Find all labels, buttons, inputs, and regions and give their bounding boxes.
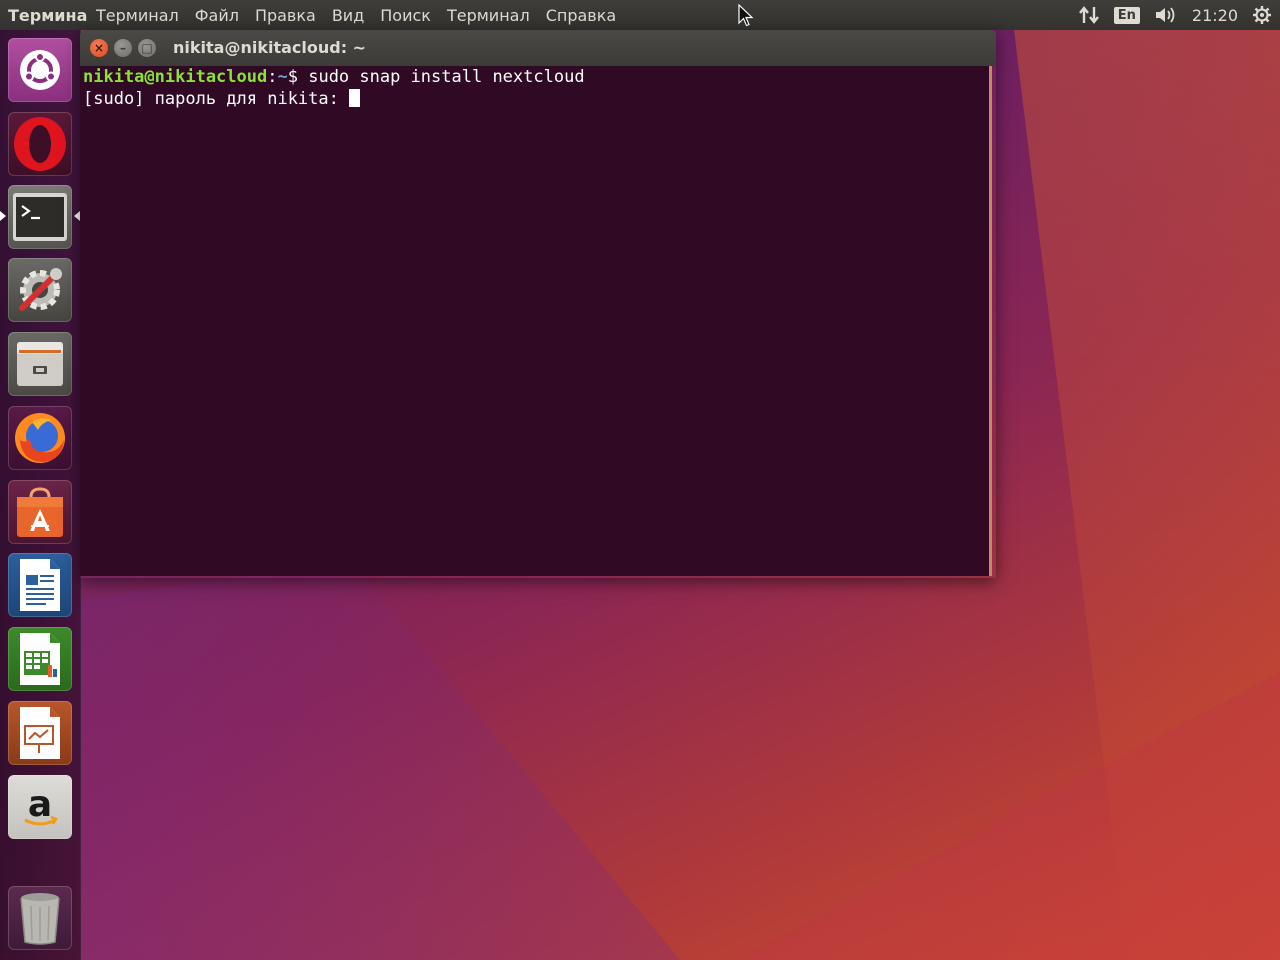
mouse-pointer-icon xyxy=(738,3,754,32)
terminal-line: [sudo] пароль для nikita: xyxy=(83,88,989,110)
launcher-ubuntu-software[interactable] xyxy=(8,480,72,544)
wallpaper-facet xyxy=(80,560,680,960)
menu-file[interactable]: Файл xyxy=(187,6,247,25)
keyboard-layout-label: En xyxy=(1113,6,1140,24)
launcher-trash[interactable] xyxy=(8,886,72,950)
trash-icon xyxy=(18,890,62,946)
launcher: a xyxy=(0,30,81,960)
terminal-output[interactable]: nikita@nikitacloud:~$ sudo snap install … xyxy=(80,66,992,576)
volume-icon[interactable] xyxy=(1154,5,1178,25)
window-close-button[interactable]: × xyxy=(90,39,108,57)
terminal-window[interactable]: × – □ nikita@nikitacloud: ~ nikita@nikit… xyxy=(80,30,996,578)
sudo-password-prompt: [sudo] пароль для nikita: xyxy=(83,89,350,109)
window-title: nikita@nikitacloud: ~ xyxy=(173,38,367,57)
svg-text:a: a xyxy=(28,784,52,825)
writer-icon xyxy=(16,557,64,613)
launcher-amazon[interactable]: a xyxy=(8,775,72,839)
prompt-user-host: nikita@nikitacloud xyxy=(83,67,268,87)
menu-terminal[interactable]: Терминал xyxy=(88,6,187,25)
network-icon[interactable] xyxy=(1078,5,1100,25)
launcher-libreoffice-impress[interactable] xyxy=(8,701,72,765)
calc-icon xyxy=(16,631,64,687)
firefox-icon xyxy=(12,410,68,466)
indicator-area: En 21:20 xyxy=(1078,0,1272,30)
terminal-icon xyxy=(12,192,68,242)
top-panel: Терминал Терминал Файл Правка Вид Поиск … xyxy=(0,0,1280,30)
amazon-icon: a xyxy=(15,782,65,832)
power-gear-icon[interactable] xyxy=(1252,5,1272,25)
launcher-system-settings[interactable] xyxy=(8,258,72,322)
menu-bar: Терминал Файл Правка Вид Поиск Терминал … xyxy=(88,6,624,25)
settings-icon xyxy=(12,262,68,318)
opera-icon xyxy=(12,116,68,172)
clock[interactable]: 21:20 xyxy=(1192,6,1238,25)
launcher-terminal[interactable] xyxy=(8,185,72,249)
file-cabinet-icon xyxy=(14,338,66,390)
launcher-dash-home[interactable] xyxy=(8,38,72,102)
text-cursor xyxy=(349,89,361,107)
keyboard-layout-indicator[interactable]: En xyxy=(1113,6,1140,24)
software-center-icon xyxy=(13,485,67,539)
active-indicator-icon xyxy=(0,211,6,221)
menu-view[interactable]: Вид xyxy=(324,6,372,25)
launcher-files[interactable] xyxy=(8,332,72,396)
ubuntu-logo-icon xyxy=(18,48,62,92)
window-maximize-button[interactable]: □ xyxy=(138,39,156,57)
prompt-separator: : xyxy=(267,67,278,87)
impress-icon xyxy=(16,705,64,761)
launcher-libreoffice-writer[interactable] xyxy=(8,553,72,617)
launcher-libreoffice-calc[interactable] xyxy=(8,627,72,691)
launcher-opera[interactable] xyxy=(8,112,72,176)
window-title-bar[interactable]: × – □ nikita@nikitacloud: ~ xyxy=(80,30,996,66)
prompt-path: ~ xyxy=(277,67,288,87)
menu-terminal-2[interactable]: Терминал xyxy=(439,6,538,25)
prompt-symbol: $ xyxy=(287,67,309,87)
launcher-firefox[interactable] xyxy=(8,406,72,470)
menu-help[interactable]: Справка xyxy=(538,6,625,25)
terminal-line: nikita@nikitacloud:~$ sudo snap install … xyxy=(83,66,989,88)
window-minimize-button[interactable]: – xyxy=(114,39,132,57)
command-text: sudo snap install nextcloud xyxy=(308,67,585,87)
app-title: Терминал xyxy=(8,5,88,25)
menu-edit[interactable]: Правка xyxy=(247,6,324,25)
menu-search[interactable]: Поиск xyxy=(372,6,439,25)
